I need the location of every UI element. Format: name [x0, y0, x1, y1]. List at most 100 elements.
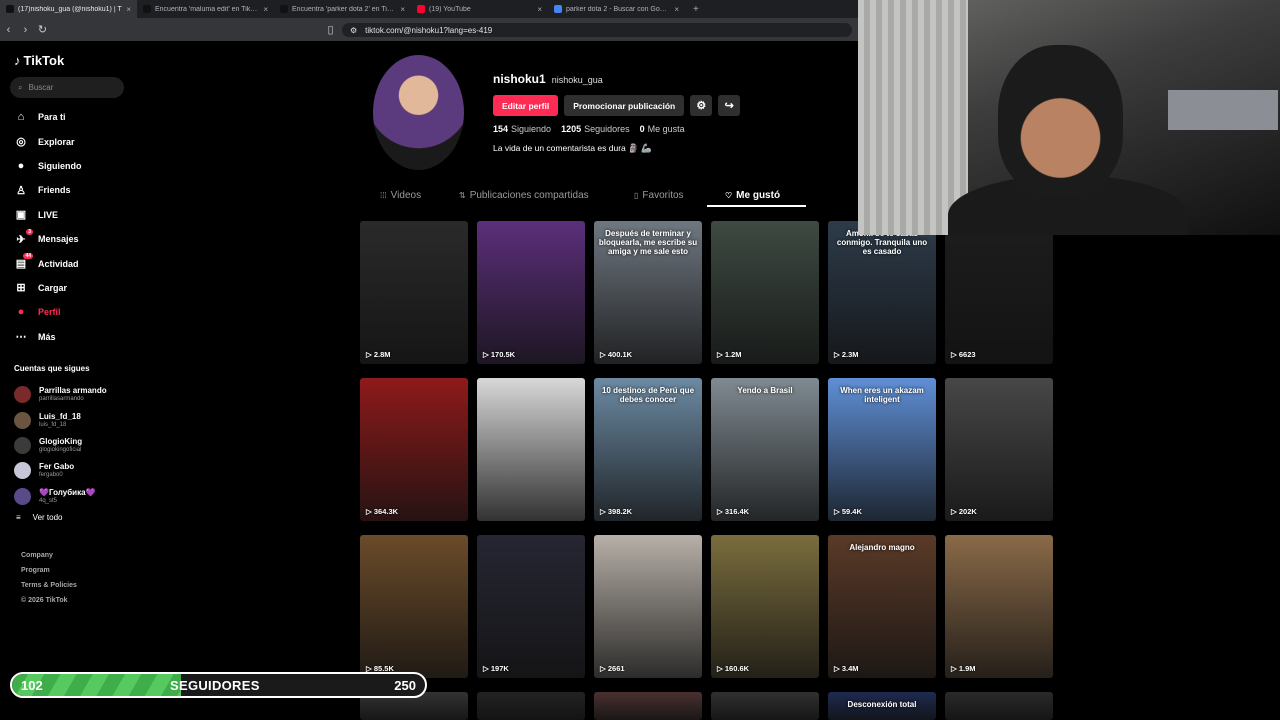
search-input[interactable]: ⌕ Buscar: [10, 77, 124, 98]
video-thumbnail[interactable]: ▷ 364.3K: [360, 378, 468, 521]
video-thumbnail[interactable]: Amor... se te casas conmigo. Tranquila u…: [828, 221, 936, 364]
following-stat[interactable]: 154 Siguiendo: [493, 124, 551, 134]
close-tab-icon[interactable]: ×: [537, 5, 542, 14]
video-view-count: ▷ 2.3M: [834, 350, 859, 359]
close-tab-icon[interactable]: ×: [400, 5, 405, 14]
following-account[interactable]: GlogioKing glogiokingoficial: [14, 433, 107, 458]
avatar: [14, 411, 31, 429]
tab-publicacionescompartidas[interactable]: ⇅ Publicaciones compartidas: [459, 184, 601, 207]
video-thumbnail[interactable]: When eres un akazam inteligent ▷ 59.4K: [828, 378, 936, 521]
video-thumbnail[interactable]: ▷ 2661: [594, 535, 702, 678]
following-name: 💜Голубика💜: [39, 487, 96, 497]
video-thumbnail[interactable]: Yendo a Brasil ▷ 316.4K: [711, 378, 819, 521]
close-tab-icon[interactable]: ×: [263, 5, 268, 14]
footer-link[interactable]: Program: [21, 563, 77, 578]
sidebar-item-perfil[interactable]: ● Perfil: [13, 300, 138, 324]
bookmark-icon: ▯: [634, 191, 639, 200]
following-account[interactable]: 💜Голубика💜 4q_st5: [14, 484, 107, 509]
upload-icon: ⊞: [16, 282, 26, 295]
tab-megust[interactable]: ♡ Me gustó: [706, 184, 807, 207]
messages-icon: ✈ 3: [16, 228, 33, 246]
video-thumbnail[interactable]: Alejandro magno ▷ 3.4M: [828, 535, 936, 678]
video-thumbnail[interactable]: ▷ 1.2M: [711, 221, 819, 364]
site-info-icon[interactable]: ⚙: [350, 26, 357, 35]
tab-title: Encuentra 'maluma edit' en TikTok | I: [155, 5, 260, 13]
reload-icon[interactable]: ↻: [34, 23, 51, 36]
sidebar-item-cargar[interactable]: ⊞ Cargar: [13, 276, 138, 300]
video-thumbnail[interactable]: ▷ 197K: [477, 535, 585, 678]
sidebar-item-label: Friends: [38, 185, 71, 196]
tab-favicon-icon: [143, 5, 151, 13]
footer-link[interactable]: Company: [21, 548, 77, 563]
video-view-count: ▷ 364.3K: [366, 507, 399, 516]
settings-gear-icon[interactable]: ⚙: [690, 95, 713, 116]
video-thumbnail[interactable]: 10 destinos de Perú que debes conocer ▷ 3…: [594, 378, 702, 521]
profile-stats: 154 Siguiendo 1205 Seguidores 0 Me gusta: [493, 124, 685, 134]
share-icon[interactable]: ↪: [718, 95, 741, 116]
avatar: [14, 487, 31, 505]
browser-tab[interactable]: Encuentra 'maluma edit' en TikTok | I ×: [137, 0, 274, 18]
browser-tab[interactable]: parker dota 2 - Buscar con Google ×: [548, 0, 685, 18]
browser-tab[interactable]: (17)nishoku_gua (@nishoku1) | T ×: [0, 0, 137, 18]
sidebar-item-explorar[interactable]: ◎ Explorar: [13, 129, 138, 153]
sidebar-item-actividad[interactable]: ▤ 44 Actividad: [13, 251, 138, 275]
close-tab-icon[interactable]: ×: [126, 5, 131, 14]
video-thumbnail[interactable]: [711, 692, 819, 720]
sidebar-item-label: Cargar: [38, 282, 68, 293]
following-handle: parrillasarmando: [39, 396, 84, 403]
following-account[interactable]: Parrillas armando parrillasarmando: [14, 382, 107, 407]
sidebar-item-friends[interactable]: ♙ Friends: [13, 178, 138, 202]
following-handle: luis_fd_18: [39, 421, 67, 428]
video-thumbnail[interactable]: ▷ 170.5K: [477, 221, 585, 364]
video-thumbnail[interactable]: [477, 692, 585, 720]
sidebar-item-ms[interactable]: ⋯ Más: [13, 325, 138, 349]
video-thumbnail[interactable]: [477, 378, 585, 521]
footer-link[interactable]: Terms & Policies: [21, 578, 77, 593]
tab-favoritos[interactable]: ▯ Favoritos: [634, 184, 696, 207]
promote-post-button[interactable]: Promocionar publicación: [564, 95, 685, 116]
close-tab-icon[interactable]: ×: [674, 5, 679, 14]
video-thumbnail[interactable]: Desconexión total: [828, 692, 936, 720]
following-account[interactable]: Luis_fd_18 luis_fd_18: [14, 407, 107, 432]
followers-stat[interactable]: 1205 Seguidores: [561, 124, 630, 134]
video-thumbnail[interactable]: ▷ 2.8M: [360, 221, 468, 364]
video-thumbnail[interactable]: Después de terminar y bloquearla, me esc…: [594, 221, 702, 364]
bookmark-star-icon[interactable]: ▯: [322, 23, 339, 36]
new-tab-icon[interactable]: +: [685, 0, 707, 18]
video-thumbnail[interactable]: ▷ 202K: [945, 378, 1053, 521]
following-handle: fergabo0: [39, 472, 63, 479]
tab-favicon-icon: [417, 5, 425, 13]
video-thumbnail[interactable]: ▷ 85.5K: [360, 535, 468, 678]
forward-icon[interactable]: ›: [17, 24, 34, 36]
repost-icon: ⇅: [459, 191, 466, 200]
video-view-count: ▷ 160.6K: [717, 664, 750, 673]
sidebar-item-parati[interactable]: ⌂ Para ti: [13, 105, 138, 129]
video-thumbnail[interactable]: ▷ 6623: [945, 221, 1053, 364]
following-name: Luis_fd_18: [39, 411, 81, 421]
back-icon[interactable]: ‹: [0, 24, 17, 36]
following-handle: 4q_st5: [39, 497, 58, 504]
video-caption: Yendo a Brasil: [737, 386, 793, 395]
sidebar-item-siguiendo[interactable]: ● Siguiendo: [13, 154, 138, 178]
more-icon: ⋯: [15, 331, 27, 344]
browser-address-bar: ‹ › ↻ ▯ ⚙ tiktok.com/@nishoku1?lang=es-4…: [0, 18, 858, 41]
sidebar-item-mensajes[interactable]: ✈ 3 Mensajes: [13, 227, 138, 251]
video-thumbnail[interactable]: ▷ 1.9M: [945, 535, 1053, 678]
url-text: tiktok.com/@nishoku1?lang=es-419: [365, 25, 493, 35]
edit-profile-button[interactable]: Editar perfil: [493, 95, 559, 116]
tab-videos[interactable]: ⁞⁞⁞ Videos: [380, 184, 433, 207]
browser-tab[interactable]: (19) YouTube ×: [411, 0, 548, 18]
likes-count: 0: [639, 124, 645, 134]
see-all-link[interactable]: ≡ Ver todo: [16, 513, 62, 522]
following-account[interactable]: Fer Gabo fergabo0: [14, 458, 107, 483]
url-field[interactable]: ⚙ tiktok.com/@nishoku1?lang=es-419: [342, 23, 852, 37]
browser-tab[interactable]: Encuentra 'parker dota 2' en TikTok | I ×: [274, 0, 411, 18]
tab-label: Videos: [390, 190, 422, 201]
video-thumbnail[interactable]: [594, 692, 702, 720]
profile-avatar[interactable]: [373, 55, 464, 170]
video-thumbnail[interactable]: ▷ 160.6K: [711, 535, 819, 678]
tiktok-logo[interactable]: ♪ TikTok: [14, 53, 64, 68]
sidebar-item-live[interactable]: ▣ LIVE: [13, 203, 138, 227]
follower-label: SEGUIDORES: [170, 678, 260, 693]
video-thumbnail[interactable]: [945, 692, 1053, 720]
